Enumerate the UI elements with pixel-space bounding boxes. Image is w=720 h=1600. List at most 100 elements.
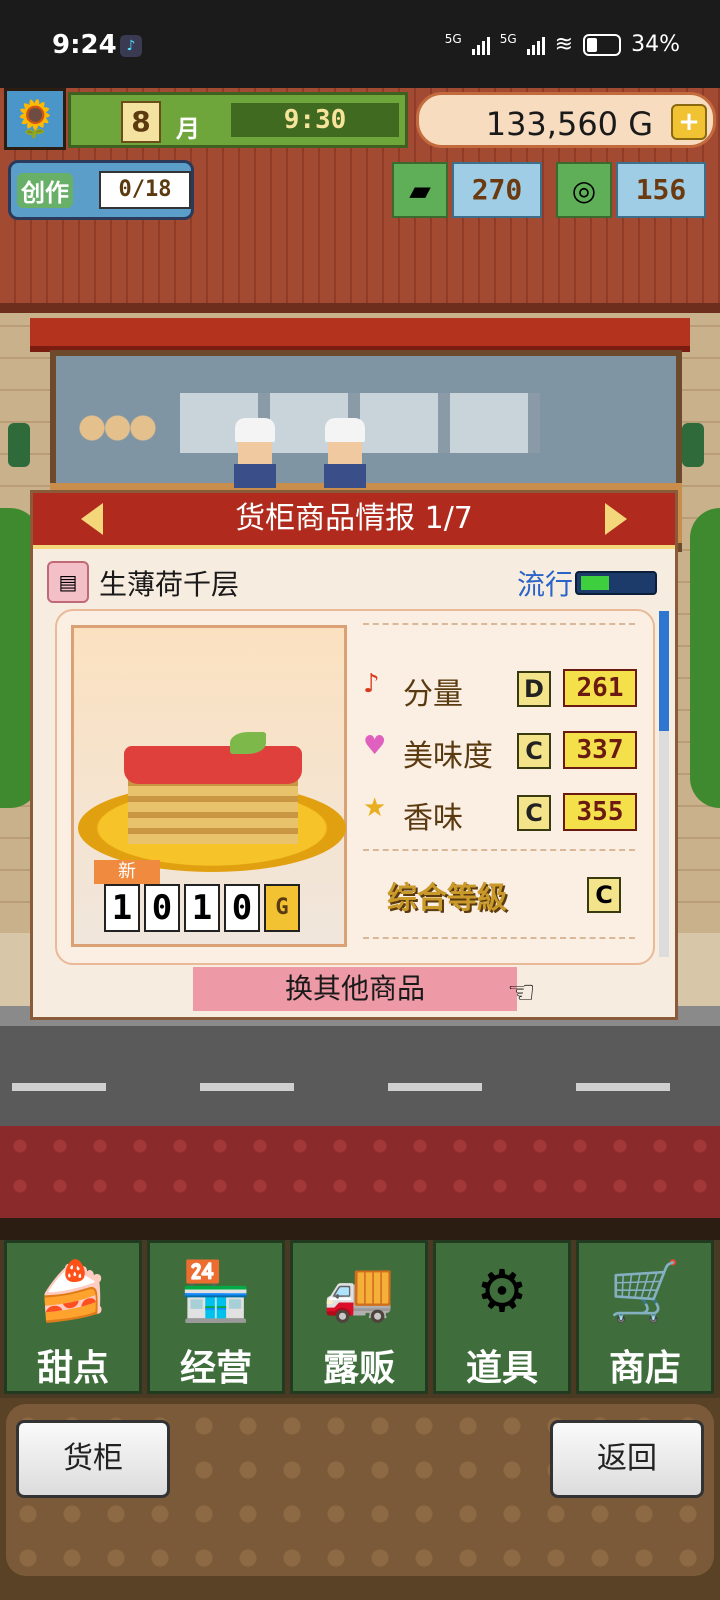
battery-icon xyxy=(583,33,622,56)
bread-display xyxy=(75,403,160,453)
gear-bag-icon: ⚙ xyxy=(476,1257,528,1325)
showcase-button[interactable]: 货柜 xyxy=(16,1420,170,1498)
nav-dessert[interactable]: 🍰 甜点 xyxy=(4,1240,142,1394)
dialog-title: 货柜商品情报 1/7 xyxy=(235,501,473,536)
create-count: 0/18 xyxy=(99,171,191,209)
carpet xyxy=(0,1126,720,1218)
nav-items[interactable]: ⚙ 道具 xyxy=(433,1240,571,1394)
nav-label: 道具 xyxy=(465,1348,538,1389)
stat-row-aroma: ★ 香味 C 355 xyxy=(363,787,639,836)
status-bar: 9:24 ♪ 5G 5G ≋ 34% xyxy=(0,0,720,88)
stat-value: 337 xyxy=(563,731,637,769)
network-label-1: 5G xyxy=(444,31,462,46)
prev-arrow-icon[interactable] xyxy=(81,503,103,535)
change-product-button[interactable]: 换其他商品 xyxy=(193,967,517,1011)
month-label: 月 xyxy=(176,115,200,143)
item-header: ▤ 生薄荷千层 流行 xyxy=(47,559,667,603)
price-digit: 1 xyxy=(184,884,220,932)
chef-character[interactable] xyxy=(322,418,368,488)
stat-row-taste: ♥ 美味度 C 337 xyxy=(363,725,639,774)
nav-shop[interactable]: 🛒 商店 xyxy=(576,1240,714,1394)
price-digit: 1 xyxy=(104,884,140,932)
date-panel: 8 月 9:30 xyxy=(68,92,408,148)
ingredient-count: 270 xyxy=(452,162,542,218)
divider xyxy=(363,849,635,851)
new-badge: 新 xyxy=(94,860,160,884)
trend-meter-fill xyxy=(581,576,609,590)
nav-food-truck[interactable]: 🚚 露贩 xyxy=(290,1240,428,1394)
road-line xyxy=(388,1083,482,1091)
next-arrow-icon[interactable] xyxy=(605,503,627,535)
stat-name: 香味 xyxy=(403,801,463,836)
price-digit: 0 xyxy=(224,884,260,932)
scrollbar[interactable] xyxy=(659,611,669,957)
stat-row-volume: ♪ 分量 D 261 xyxy=(363,663,639,712)
medal-count: 156 xyxy=(616,162,706,218)
month-number: 8 xyxy=(121,101,161,143)
status-indicators: 5G 5G ≋ 34% xyxy=(444,31,680,58)
price-digit: 0 xyxy=(144,884,180,932)
trend-label: 流行 xyxy=(516,568,573,601)
food-image: 新 1 0 1 0 G xyxy=(71,625,347,947)
dialog-header: 货柜商品情报 1/7 xyxy=(33,493,675,549)
nav-label: 商店 xyxy=(608,1348,681,1389)
road xyxy=(0,1026,720,1126)
product-info-dialog: 货柜商品情报 1/7 ▤ 生薄荷千层 流行 新 1 0 1 0 G ♪ 分量 D… xyxy=(30,490,678,1020)
create-label: 创作 xyxy=(17,173,73,208)
tiktok-icon: ♪ xyxy=(120,35,142,57)
chef-character[interactable] xyxy=(232,418,278,488)
wifi-icon: ≋ xyxy=(554,32,574,57)
nav-label: 甜点 xyxy=(36,1348,109,1389)
add-gold-button[interactable]: + xyxy=(671,104,707,140)
sunflower-icon[interactable]: 🌻 xyxy=(4,88,66,150)
game-clock: 9:30 xyxy=(231,103,399,137)
divider xyxy=(363,937,635,939)
back-button[interactable]: 返回 xyxy=(550,1420,704,1498)
stat-grade: D xyxy=(517,671,551,707)
scrollbar-thumb[interactable] xyxy=(659,611,669,731)
status-time: 9:24 xyxy=(52,30,117,60)
gold-panel: 133,560 G + xyxy=(416,92,716,148)
resource-medal[interactable]: ◎ 156 xyxy=(556,162,706,218)
stat-value: 355 xyxy=(563,793,637,831)
overall-grade: C xyxy=(587,877,621,913)
cake-icon: 🍰 xyxy=(36,1257,110,1325)
network-label-2: 5G xyxy=(499,31,517,46)
lamp-icon xyxy=(682,423,704,467)
road-line xyxy=(200,1083,294,1091)
mint-leaf xyxy=(230,732,266,754)
gold-amount: 133,560 G xyxy=(485,105,653,143)
signal-icon xyxy=(471,35,490,55)
awning xyxy=(30,318,690,352)
info-panel: 新 1 0 1 0 G ♪ 分量 D 261 ♥ 美味度 C 337 ★ 香味 … xyxy=(55,609,655,965)
nav-label: 露贩 xyxy=(322,1348,395,1389)
road-line xyxy=(12,1083,106,1091)
medal-icon: ◎ xyxy=(556,162,612,218)
stats-panel: ♪ 分量 D 261 ♥ 美味度 C 337 ★ 香味 C 355 综合等級 C xyxy=(357,623,641,949)
cart-icon: 🛒 xyxy=(608,1257,682,1325)
divider xyxy=(363,623,635,625)
price-display[interactable]: 1 0 1 0 G xyxy=(104,884,300,932)
stat-grade: C xyxy=(517,733,551,769)
pointing-hand-icon: ☜ xyxy=(507,973,536,1011)
stat-name: 美味度 xyxy=(403,739,493,774)
star-icon: ★ xyxy=(363,793,387,823)
nav-label: 经营 xyxy=(179,1348,252,1389)
truck-icon: 🚚 xyxy=(322,1257,396,1325)
resource-ingredient[interactable]: ▰ 270 xyxy=(392,162,542,218)
sauce xyxy=(124,746,302,784)
footer-bar: 货柜 返回 xyxy=(0,1398,720,1600)
road-line xyxy=(576,1083,670,1091)
item-name: 生薄荷千层 xyxy=(99,568,240,601)
heart-icon: ♥ xyxy=(363,731,387,761)
trend-meter xyxy=(575,571,657,595)
music-note-icon: ♪ xyxy=(363,669,380,699)
battery-percent: 34% xyxy=(631,32,680,57)
bottom-nav: 🍰 甜点 🏪 经营 🚚 露贩 ⚙ 道具 🛒 商店 xyxy=(0,1240,720,1398)
ingredient-bar-icon: ▰ xyxy=(392,162,448,218)
stat-grade: C xyxy=(517,795,551,831)
signal-icon xyxy=(526,35,545,55)
gold-coin-icon: G xyxy=(264,884,300,932)
create-panel[interactable]: 创作 0/18 xyxy=(8,160,194,220)
nav-management[interactable]: 🏪 经营 xyxy=(147,1240,285,1394)
